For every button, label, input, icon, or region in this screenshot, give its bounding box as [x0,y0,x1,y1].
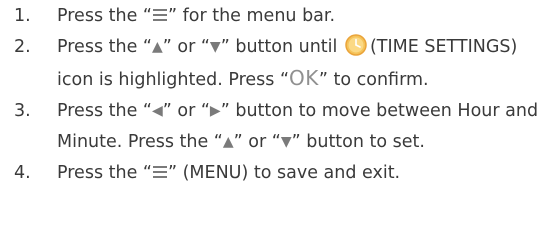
step-text: Press the “ [57,101,152,121]
step-text: Press the “ [57,6,152,26]
left-arrow-icon: ◀ [151,103,163,119]
instruction-list: 1. Press the “ ” for the menu bar. 2. Pr… [0,0,560,252]
menu-icon [152,166,167,178]
down-arrow-icon: ▼ [209,39,221,55]
ok-button-label: OK [289,66,319,90]
step-text: ” or “ [233,132,281,152]
step-text: ” button until [220,37,338,57]
step-1: 1. Press the “ ” for the menu bar. [0,1,560,32]
step-number: 3. [14,101,31,121]
step-2: 2. Press the “▲” or “▼” button until (TI… [0,32,560,96]
step-number: 4. [14,163,31,183]
up-arrow-icon: ▲ [222,134,234,150]
down-arrow-icon: ▼ [280,134,292,150]
step-3: 3. Press the “◀” or “▶” button to move b… [0,96,560,158]
step-text: ” button to set. [291,132,425,152]
step-number: 2. [14,37,31,57]
menu-icon [152,9,167,21]
clock-icon [345,34,367,56]
right-arrow-icon: ▶ [209,103,221,119]
step-text: ” or “ [162,101,210,121]
step-text: Press the “ [57,37,152,57]
step-number: 1. [14,6,31,26]
step-text: ” or “ [162,37,210,57]
step-text: Press the “ [57,163,152,183]
up-arrow-icon: ▲ [151,39,163,55]
step-text: ” for the menu bar. [167,6,336,26]
step-text: ” to confirm. [318,70,429,90]
step-4: 4. Press the “ ” (MENU) to save and exit… [0,158,560,189]
step-text: ” (MENU) to save and exit. [167,163,401,183]
